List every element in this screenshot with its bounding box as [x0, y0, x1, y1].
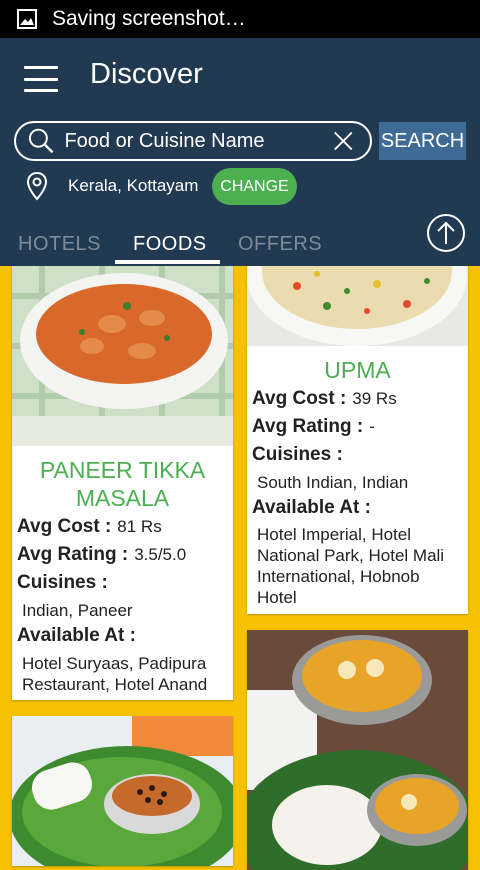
cuisines-label: Cuisines :	[252, 444, 343, 465]
cuisines-value: Indian, Paneer	[22, 601, 133, 620]
avg-cost-row: Avg Cost : 81 Rs	[17, 516, 162, 538]
page-title: Discover	[90, 58, 203, 90]
location-pin-icon	[26, 171, 48, 201]
app-header: Discover SEARCH Kerala, Kottayam CHANGE …	[0, 38, 480, 266]
arrow-up-icon	[437, 221, 455, 244]
status-text: Saving screenshot…	[52, 7, 246, 30]
active-tab-indicator	[115, 260, 220, 264]
food-name: PANEER TIKKA MASALA	[39, 457, 206, 511]
scroll-top-button[interactable]	[427, 214, 465, 252]
available-at-label: Available At :	[17, 625, 136, 646]
avg-cost-value: 81 Rs	[117, 517, 162, 536]
cuisines-value: South Indian, Indian	[257, 473, 409, 492]
tab-offers[interactable]: OFFERS	[238, 233, 322, 256]
tab-foods[interactable]: FOODS	[133, 233, 207, 256]
cuisines-label: Cuisines :	[17, 572, 108, 593]
available-at-label: Available At :	[252, 497, 371, 518]
avg-cost-row: Avg Cost : 39 Rs	[252, 388, 397, 410]
available-at-value: Hotel Suryaas, Padipura Restaurant, Hote…	[22, 654, 208, 694]
avg-cost-label: Avg Cost :	[17, 516, 112, 537]
food-image	[247, 266, 468, 346]
available-at-value: Hotel Imperial, Hotel National Park, Hot…	[257, 525, 445, 607]
status-bar: Saving screenshot…	[0, 0, 480, 38]
avg-rating-label: Avg Rating :	[252, 416, 364, 437]
search-icon	[28, 128, 54, 154]
close-icon[interactable]	[331, 128, 356, 154]
avg-rating-value: 3.5/5.0	[134, 545, 187, 564]
food-card[interactable]: UPMA Avg Cost : 39 Rs Avg Rating :- Cuisi…	[247, 266, 468, 614]
image-icon	[16, 8, 38, 30]
avg-rating-row: Avg Rating :-	[252, 416, 375, 438]
menu-icon[interactable]	[24, 66, 58, 92]
avg-rating-row: Avg Rating : 3.5/5.0	[17, 544, 186, 566]
food-card[interactable]	[247, 630, 468, 870]
avg-cost-label: Avg Cost :	[252, 388, 347, 409]
food-image	[247, 630, 468, 870]
location-text: Kerala, Kottayam	[68, 176, 199, 195]
food-name: UPMA	[324, 357, 391, 383]
search-button[interactable]: SEARCH	[379, 122, 466, 160]
avg-rating-value: -	[369, 417, 375, 436]
tab-hotels[interactable]: HOTELS	[18, 233, 101, 256]
food-image	[12, 716, 233, 866]
search-box	[14, 121, 372, 161]
avg-rating-label: Avg Rating :	[17, 544, 129, 565]
food-card[interactable]: PANEER TIKKA MASALA Avg Cost : 81 Rs Avg …	[12, 266, 233, 700]
search-input[interactable]	[62, 128, 332, 154]
change-location-button[interactable]: CHANGE	[212, 168, 297, 205]
food-card[interactable]	[12, 716, 233, 866]
avg-cost-value: 39 Rs	[352, 389, 397, 408]
food-image	[12, 266, 233, 446]
